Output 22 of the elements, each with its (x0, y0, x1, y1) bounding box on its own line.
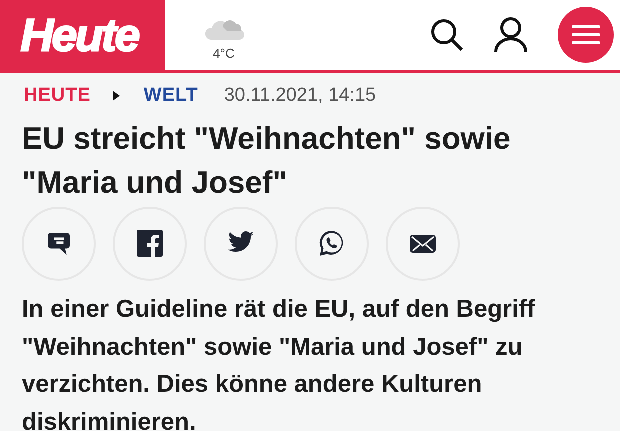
cloud-icon (203, 18, 245, 42)
comment-icon (48, 233, 70, 255)
publish-date: 30.11.2021, 14:15 (224, 85, 376, 107)
account-button[interactable] (494, 17, 528, 53)
share-button[interactable] (113, 207, 187, 281)
chat-phone-icon (318, 230, 346, 258)
user-icon (494, 17, 528, 53)
share-button[interactable] (204, 207, 278, 281)
search-button[interactable] (430, 18, 464, 52)
chevron-icon (112, 91, 120, 101)
headline: EU streicht "Weihnachten" sowie "Maria und Josef" (22, 120, 512, 202)
search-icon (430, 18, 464, 52)
share-button[interactable] (22, 207, 96, 281)
share-button[interactable] (386, 207, 460, 281)
lead-paragraph: In einer Guideline rät die EU, auf den Begriff "Weihnachten" sowie "Maria und Josef" zu verzichten. Dies könne andere Kulturen diskriminieren. (22, 295, 536, 431)
breadcrumb-link[interactable]: WELT (144, 85, 198, 107)
logo[interactable]: Heute (0, 0, 165, 70)
facebook-icon (136, 230, 164, 258)
temperature: 4°C (213, 46, 235, 60)
breadcrumb-link[interactable]: HEUTE (24, 85, 91, 107)
share-button[interactable] (295, 207, 369, 281)
menu-icon (572, 25, 600, 45)
